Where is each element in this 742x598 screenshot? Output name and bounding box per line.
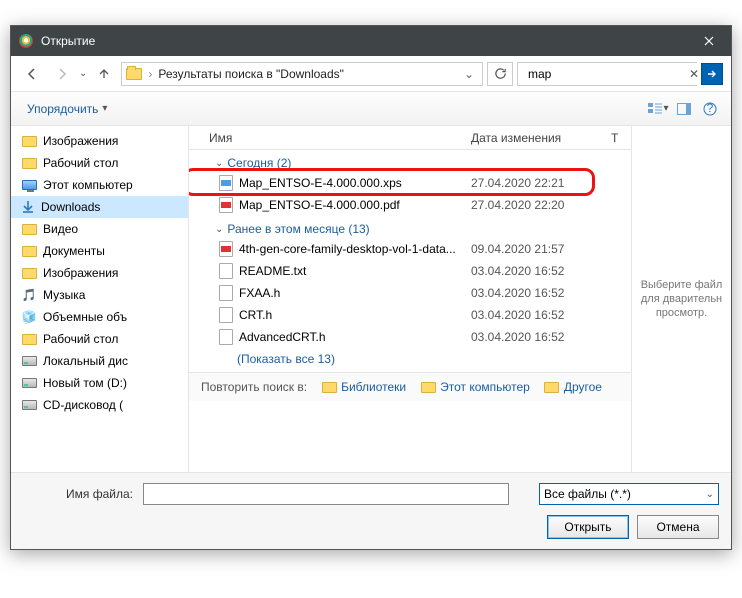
file-icon xyxy=(219,307,233,323)
sidebar-item[interactable]: CD-дисковод ( xyxy=(11,394,188,416)
column-name[interactable]: Имя xyxy=(189,131,471,145)
file-row[interactable]: CRT.h03.04.2020 16:52 xyxy=(189,304,631,326)
clear-search-button[interactable]: ✕ xyxy=(689,63,699,85)
chevron-down-icon: ⌄ xyxy=(215,224,223,235)
sidebar-item[interactable]: 🧊Объемные объ xyxy=(11,306,188,328)
file-icon xyxy=(219,197,233,213)
sidebar-item[interactable]: Рабочий стол xyxy=(11,328,188,350)
column-date[interactable]: Дата изменения xyxy=(471,131,611,145)
chevron-down-icon: ⌄ xyxy=(215,158,223,169)
search-box[interactable]: ✕ xyxy=(517,62,697,86)
footer: Имя файла: Все файлы (*.*) ⌄ Открыть Отм… xyxy=(11,472,731,549)
address-dropdown-icon[interactable]: ⌄ xyxy=(460,63,478,85)
chevron-down-icon: ⌄ xyxy=(706,489,714,500)
column-headers[interactable]: Имя Дата изменения Т xyxy=(189,126,631,150)
address-bar[interactable]: › Результаты поиска в "Downloads" ⌄ xyxy=(121,62,483,86)
back-button[interactable] xyxy=(19,61,45,87)
organize-button[interactable]: Упорядочить ▾ xyxy=(19,96,115,122)
sidebar-item[interactable]: 🎵Музыка xyxy=(11,284,188,306)
refresh-button[interactable] xyxy=(487,62,513,86)
view-options-button[interactable]: ▾ xyxy=(645,96,671,122)
forward-button[interactable] xyxy=(49,61,75,87)
file-icon xyxy=(219,263,233,279)
close-button[interactable] xyxy=(687,26,731,56)
file-icon xyxy=(219,285,233,301)
chevron-down-icon: ▾ xyxy=(102,103,107,114)
sidebar-item[interactable]: Изображения xyxy=(11,130,188,152)
preview-pane: Выберите файл для дварительн просмотр. xyxy=(631,126,731,472)
titlebar: Открытие xyxy=(11,26,731,56)
sidebar-item[interactable]: Локальный дис xyxy=(11,350,188,372)
file-type-filter[interactable]: Все файлы (*.*) ⌄ xyxy=(539,483,719,505)
navbar: ⌄ › Результаты поиска в "Downloads" ⌄ ✕ xyxy=(11,56,731,92)
repeat-location[interactable]: Другое xyxy=(544,379,602,395)
file-row[interactable]: README.txt03.04.2020 16:52 xyxy=(189,260,631,282)
file-row[interactable]: FXAA.h03.04.2020 16:52 xyxy=(189,282,631,304)
file-open-dialog: Открытие ⌄ › Результаты поиска в "Downlo… xyxy=(10,25,732,550)
search-go-button[interactable] xyxy=(701,63,723,85)
group-header[interactable]: ⌄ Ранее в этом месяце (13) xyxy=(189,216,631,238)
file-row[interactable]: Map_ENTSO-E-4.000.000.pdf27.04.2020 22:2… xyxy=(189,194,631,216)
repeat-location[interactable]: Библиотеки xyxy=(321,379,406,395)
column-type[interactable]: Т xyxy=(611,131,631,145)
group-header[interactable]: ⌄ Сегодня (2) xyxy=(189,150,631,172)
file-icon xyxy=(219,175,233,191)
file-row[interactable]: 4th-gen-core-family-desktop-vol-1-data..… xyxy=(189,238,631,260)
show-all-link[interactable]: (Показать все 13) xyxy=(237,352,335,366)
sidebar-item[interactable]: Рабочий стол xyxy=(11,152,188,174)
svg-text:?: ? xyxy=(707,102,714,115)
sidebar: ИзображенияРабочий столЭтот компьютерDow… xyxy=(11,126,189,472)
help-button[interactable]: ? xyxy=(697,96,723,122)
cancel-button[interactable]: Отмена xyxy=(637,515,719,539)
up-button[interactable] xyxy=(91,61,117,87)
toolbar: Упорядочить ▾ ▾ ? xyxy=(11,92,731,126)
chevron-right-icon: › xyxy=(148,67,152,81)
repeat-search-bar: Повторить поиск в:БиблиотекиЭтот компьют… xyxy=(189,372,631,401)
breadcrumb: Результаты поиска в "Downloads" xyxy=(158,67,454,81)
file-list: Имя Дата изменения Т ⌄ Сегодня (2)Map_EN… xyxy=(189,126,631,472)
file-icon xyxy=(219,241,233,257)
open-button[interactable]: Открыть xyxy=(547,515,629,539)
file-row[interactable]: AdvancedCRT.h03.04.2020 16:52 xyxy=(189,326,631,348)
sidebar-item[interactable]: Новый том (D:) xyxy=(11,372,188,394)
sidebar-item[interactable]: Этот компьютер xyxy=(11,174,188,196)
sidebar-item[interactable]: Документы xyxy=(11,240,188,262)
filename-input[interactable] xyxy=(143,483,509,505)
preview-pane-button[interactable] xyxy=(671,96,697,122)
file-icon xyxy=(219,329,233,345)
filename-label: Имя файла: xyxy=(23,487,133,501)
history-dropdown-icon[interactable]: ⌄ xyxy=(79,68,87,79)
sidebar-item[interactable]: Видео xyxy=(11,218,188,240)
search-input[interactable] xyxy=(528,67,683,81)
sidebar-item[interactable]: Downloads xyxy=(11,196,188,218)
chrome-icon xyxy=(19,34,33,48)
window-title: Открытие xyxy=(41,34,687,48)
sidebar-item[interactable]: Изображения xyxy=(11,262,188,284)
repeat-location[interactable]: Этот компьютер xyxy=(420,379,530,395)
file-row[interactable]: Map_ENTSO-E-4.000.000.xps27.04.2020 22:2… xyxy=(189,172,631,194)
folder-icon xyxy=(126,68,142,80)
